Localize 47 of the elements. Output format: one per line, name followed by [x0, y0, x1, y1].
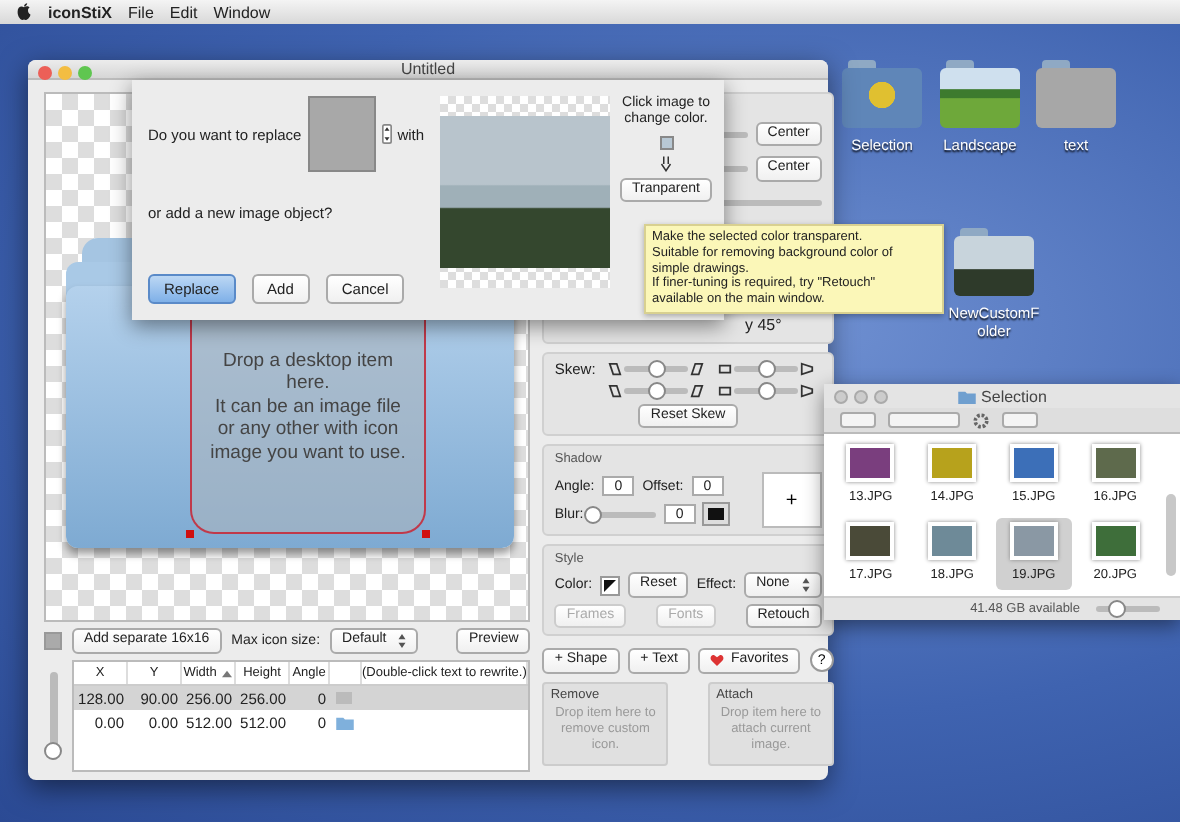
arrange-control[interactable]: [1002, 412, 1038, 428]
skew-slider[interactable]: [624, 366, 689, 372]
minimize-button[interactable]: [854, 390, 868, 404]
folder-icon: [957, 389, 976, 403]
new-image-preview[interactable]: [440, 96, 611, 288]
minimize-button[interactable]: [58, 66, 72, 80]
skew-slider[interactable]: [734, 366, 799, 372]
close-button[interactable]: [834, 390, 848, 404]
back-forward-control[interactable]: [840, 412, 876, 428]
menu-item[interactable]: Window: [213, 3, 271, 21]
down-arrow-icon: [660, 155, 672, 172]
window-title: Untitled: [400, 60, 456, 78]
folder-icon[interactable]: [954, 228, 1034, 296]
shadow-color-well[interactable]: [703, 504, 728, 525]
close-button[interactable]: [38, 66, 52, 80]
app-menu[interactable]: iconStiX: [48, 3, 113, 21]
stepper-icon[interactable]: [381, 124, 392, 144]
color-well[interactable]: [600, 575, 621, 596]
updown-arrows-icon: [801, 578, 810, 593]
skew-slider[interactable]: [734, 388, 799, 394]
sort-icon: [222, 669, 233, 677]
current-image-thumbnail: [307, 96, 376, 172]
zoom-button[interactable]: [78, 66, 92, 80]
folder-icon[interactable]: [940, 60, 1020, 128]
image-icon: [336, 692, 352, 704]
drop-area[interactable]: Drop a desktop item here. It can be an image file or any other with icon image you want to use.: [190, 318, 426, 534]
gear-icon[interactable]: [972, 411, 990, 429]
heart-icon: [710, 654, 725, 667]
resize-handle[interactable]: [186, 530, 194, 538]
skew-slider[interactable]: [624, 388, 689, 394]
add-shadow-button[interactable]: +: [761, 472, 822, 529]
color-swatch[interactable]: [44, 632, 62, 650]
folder-icon: [335, 715, 353, 729]
view-mode-control[interactable]: [888, 412, 960, 428]
window-title: Selection: [981, 387, 1047, 405]
rotate-label: y 45°: [744, 316, 782, 336]
menu-item[interactable]: File: [128, 3, 154, 21]
picked-color-swatch[interactable]: [659, 135, 673, 150]
menu-item[interactable]: Edit: [169, 3, 198, 21]
apple-icon[interactable]: [16, 2, 32, 22]
zoom-slider[interactable]: [50, 672, 58, 760]
icon-size-slider[interactable]: [1096, 606, 1160, 612]
scroll-bar[interactable]: [1166, 494, 1176, 576]
zoom-button[interactable]: [874, 390, 888, 404]
drop-hint: Drop a desktop item here. It can be an image file or any other with icon image you want to use.: [208, 350, 408, 464]
resize-handle[interactable]: [422, 530, 430, 538]
updown-arrows-icon: [398, 633, 407, 648]
